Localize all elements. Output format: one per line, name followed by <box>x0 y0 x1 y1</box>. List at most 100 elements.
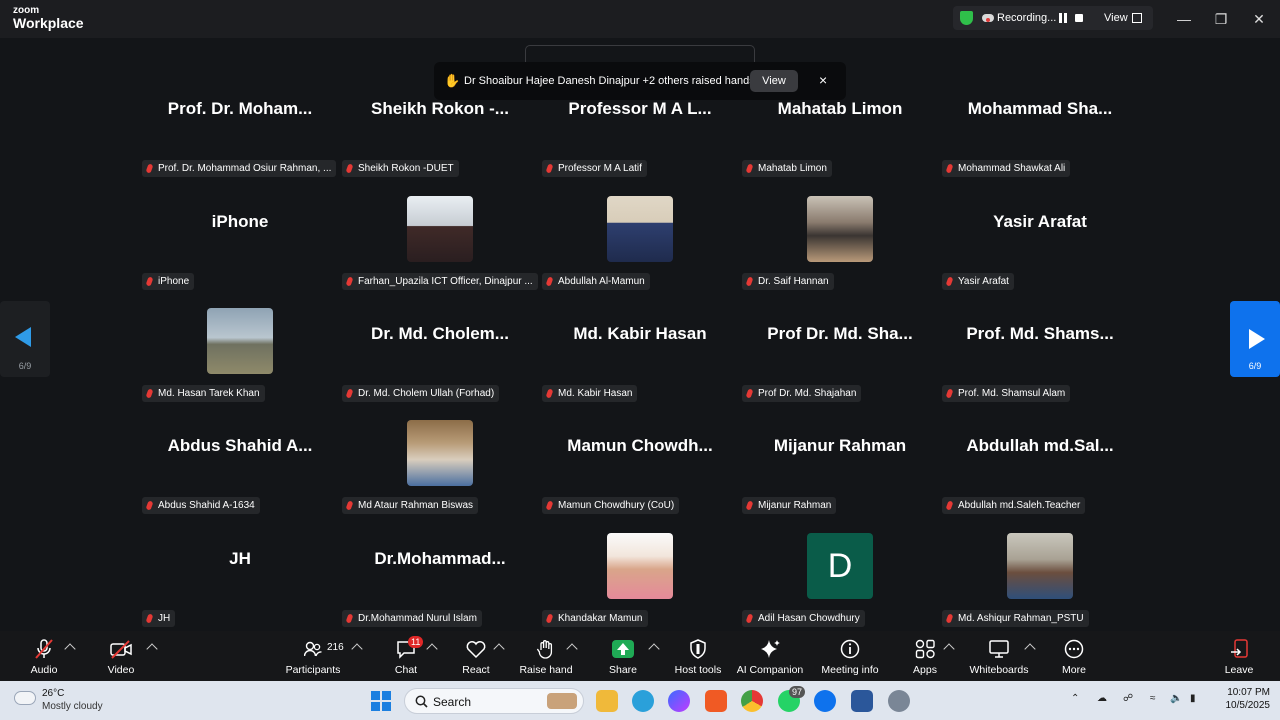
participant-tile[interactable]: Prof Dr. Md. Sha... Prof Dr. Md. Shajahan <box>740 294 940 406</box>
mic-muted-icon <box>745 388 754 399</box>
onedrive-cloud-icon[interactable]: ☁ <box>1097 693 1107 704</box>
view-button[interactable]: View <box>1104 12 1128 24</box>
react-button[interactable]: React <box>458 631 494 681</box>
participant-name: Prof. Md. Shamsul Alam <box>958 388 1066 399</box>
apps-button[interactable]: Apps <box>908 631 942 681</box>
stop-recording-icon[interactable] <box>1075 14 1083 22</box>
participant-tile[interactable]: Md. Kabir Hasan Md. Kabir Hasan <box>540 294 740 406</box>
mic-muted-icon <box>745 276 754 287</box>
messenger-icon[interactable] <box>668 690 690 712</box>
participant-name: Sheikh Rokon -DUET <box>358 163 454 174</box>
participant-tile[interactable]: Dr. Saif Hannan <box>740 182 940 294</box>
participant-tile[interactable]: Sheikh Rokon -... Sheikh Rokon -DUET <box>340 69 540 181</box>
participant-tile[interactable]: Mijanur Rahman Mijanur Rahman <box>740 406 940 518</box>
chat-button[interactable]: 11 Chat <box>388 631 424 681</box>
whatsapp-badge: 97 <box>789 686 806 698</box>
host-tools-label: Host tools <box>674 664 722 676</box>
participant-display-name: Dr. Md. Cholem... <box>371 324 509 343</box>
participant-name: Md Ataur Rahman Biswas <box>358 500 474 511</box>
participant-tile[interactable]: Md. Ashiqur Rahman_PSTU <box>940 519 1140 631</box>
whiteboards-button[interactable]: Whiteboards <box>968 631 1030 681</box>
participant-display-name: Prof. Dr. Moham... <box>167 99 313 118</box>
gallery-grid-icon[interactable] <box>1132 13 1142 23</box>
participant-tile[interactable]: Prof. Dr. Moham... Prof. Dr. Mohammad Osi… <box>140 69 340 181</box>
audio-options-caret-icon[interactable] <box>64 643 76 655</box>
participant-name: iPhone <box>158 276 190 287</box>
participant-tile[interactable]: Md. Hasan Tarek Khan <box>140 294 340 406</box>
participant-tile[interactable]: Dr.Mohammad... Dr.Mohammad Nurul Islam <box>340 519 540 631</box>
react-caret-icon[interactable] <box>493 643 505 655</box>
apps-caret-icon[interactable] <box>943 643 955 655</box>
mic-muted-icon <box>145 613 154 624</box>
participant-tile[interactable]: JH JH <box>140 519 340 631</box>
participants-caret-icon[interactable] <box>351 643 363 655</box>
apps-label: Apps <box>913 664 937 676</box>
participant-tile[interactable]: Abdullah Al-Mamun <box>540 182 740 294</box>
participant-tile[interactable]: Farhan_Upazila ICT Officer, Dinajpur ... <box>340 182 540 294</box>
participant-nameplate: iPhone <box>142 273 195 290</box>
telegram-icon[interactable] <box>632 690 654 712</box>
wifi-icon[interactable]: ≈ <box>1150 693 1156 704</box>
previous-page-button[interactable]: 6/9 <box>0 301 50 377</box>
pause-recording-icon[interactable] <box>1059 13 1067 23</box>
participant-tile[interactable]: Abdus Shahid A... Abdus Shahid A-1634 <box>140 406 340 518</box>
leave-button[interactable]: Leave <box>1222 631 1256 681</box>
raise-hand-button[interactable]: Raise hand <box>518 631 574 681</box>
recording-label: Recording... <box>997 12 1057 24</box>
chat-caret-icon[interactable] <box>426 643 438 655</box>
more-button[interactable]: More <box>1056 631 1092 681</box>
word-icon[interactable] <box>851 690 873 712</box>
host-tools-button[interactable]: Host tools <box>672 631 724 681</box>
participant-name: Farhan_Upazila ICT Officer, Dinajpur ... <box>358 276 533 287</box>
participant-video-thumbnail <box>807 196 873 262</box>
chrome-icon[interactable] <box>741 690 763 712</box>
participant-nameplate: Mijanur Rahman <box>742 497 837 514</box>
minimize-icon[interactable]: — <box>1175 10 1193 28</box>
participant-tile[interactable]: Abdullah md.Sal... Abdullah md.Saleh.Teac… <box>940 406 1140 518</box>
audio-button[interactable]: Audio <box>24 631 64 681</box>
share-label: Share <box>608 664 638 676</box>
tray-chevron-icon[interactable]: ⌃ <box>1071 693 1079 704</box>
share-button[interactable]: Share <box>604 631 642 681</box>
share-caret-icon[interactable] <box>648 643 660 655</box>
participant-nameplate: Dr. Saif Hannan <box>742 273 834 290</box>
next-page-button[interactable]: 6/9 <box>1230 301 1280 377</box>
restore-icon[interactable]: ❐ <box>1212 10 1230 28</box>
ai-companion-button[interactable]: AI Companion <box>735 631 805 681</box>
participant-name: Md. Ashiqur Rahman_PSTU <box>958 613 1084 624</box>
participant-tile[interactable]: Mohammad Sha... Mohammad Shawkat Ali <box>940 69 1140 181</box>
participant-tile[interactable]: Md Ataur Rahman Biswas <box>340 406 540 518</box>
search-label: Search <box>433 695 472 709</box>
taskbar-search[interactable]: Search <box>404 688 584 714</box>
participant-tile[interactable]: Yasir Arafat Yasir Arafat <box>940 182 1140 294</box>
settings-gear-icon[interactable] <box>888 690 910 712</box>
meeting-info-button[interactable]: Meeting info <box>818 631 882 681</box>
zoom-taskbar-icon[interactable] <box>814 690 836 712</box>
close-window-icon[interactable]: ✕ <box>1250 10 1268 28</box>
windows-start-icon[interactable] <box>371 691 391 716</box>
participant-tile[interactable]: iPhone iPhone <box>140 182 340 294</box>
participant-tile[interactable]: Prof. Md. Shams... Prof. Md. Shamsul Alam <box>940 294 1140 406</box>
video-options-caret-icon[interactable] <box>146 643 158 655</box>
participant-tile[interactable]: Professor M A L... Professor M A Latif <box>540 69 740 181</box>
brave-browser-icon[interactable] <box>705 690 727 712</box>
battery-icon[interactable]: ▮ <box>1190 693 1196 704</box>
participant-tile[interactable]: Khandakar Mamun <box>540 519 740 631</box>
encryption-shield-icon[interactable] <box>960 11 973 25</box>
video-button[interactable]: Video <box>100 631 142 681</box>
participant-nameplate: Md. Kabir Hasan <box>542 385 638 402</box>
system-clock[interactable]: 10:07 PM 10/5/2025 <box>1220 687 1271 711</box>
file-explorer-icon[interactable] <box>596 690 618 712</box>
participant-tile[interactable]: D Adil Hasan Chowdhury <box>740 519 940 631</box>
participant-tile[interactable]: Mamun Chowdh... Mamun Chowdhury (CoU) <box>540 406 740 518</box>
mic-muted-icon <box>345 388 354 399</box>
mic-muted-icon <box>345 163 354 174</box>
participants-button[interactable]: 216 Participants <box>282 631 344 681</box>
participant-tile[interactable]: Mahatab Limon Mahatab Limon <box>740 69 940 181</box>
participant-name: Prof. Dr. Mohammad Osiur Rahman, ... <box>158 163 332 174</box>
volume-icon[interactable]: 🔈 <box>1170 693 1182 704</box>
language-icon[interactable]: ☍ <box>1123 693 1133 704</box>
participant-tile[interactable]: Dr. Md. Cholem... Dr. Md. Cholem Ullah (F… <box>340 294 540 406</box>
participant-nameplate: Abdullah md.Saleh.Teacher <box>942 497 1086 514</box>
participant-video-thumbnail <box>607 196 673 262</box>
